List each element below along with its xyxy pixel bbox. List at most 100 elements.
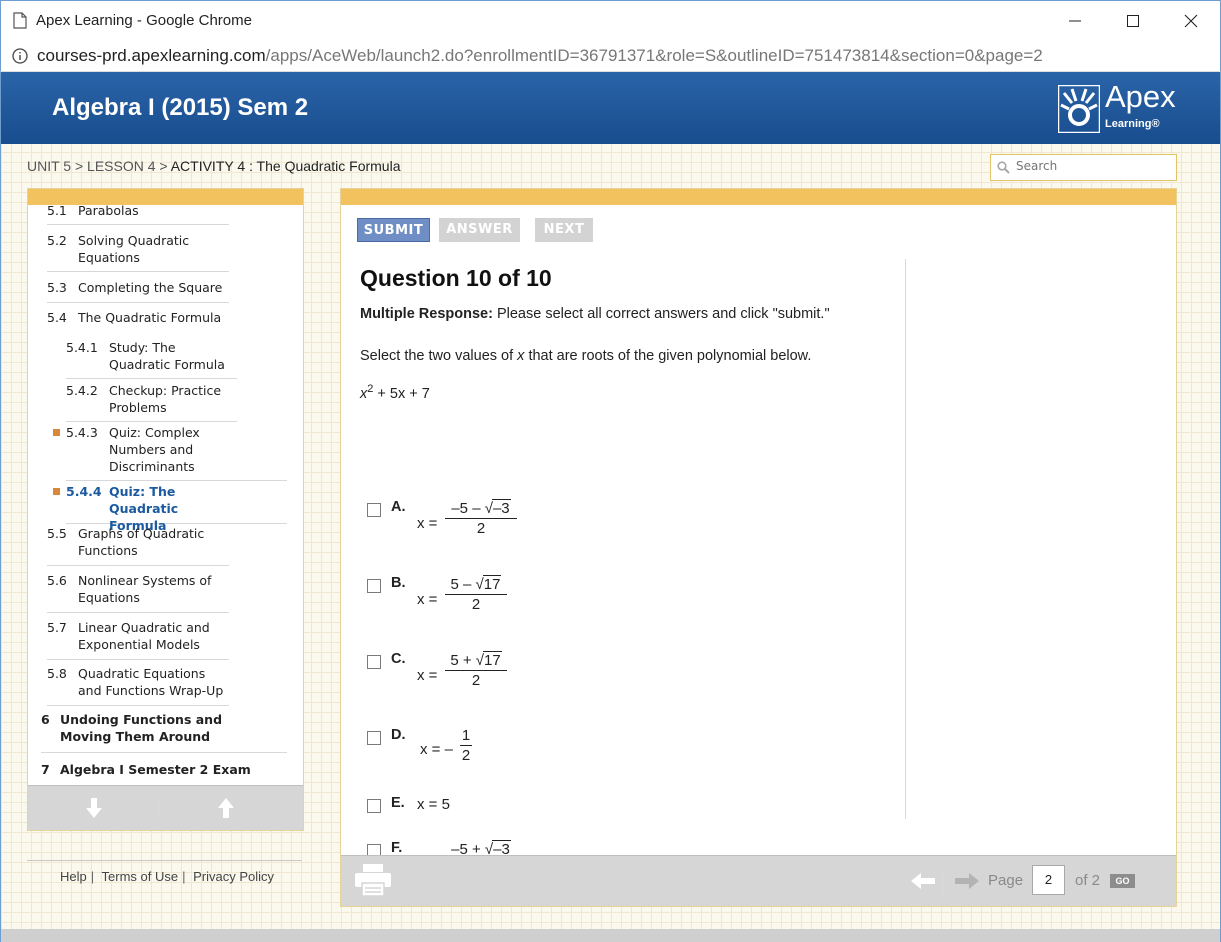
go-button[interactable]: GO: [1110, 874, 1135, 888]
answer-option-e[interactable]: E. x = 5: [367, 795, 667, 823]
option-letter: C.: [391, 651, 406, 667]
option-letter: B.: [391, 575, 406, 591]
fraction-bar: [445, 670, 507, 671]
outline-item-5-6[interactable]: 5.6 Nonlinear Systems of Equations: [47, 572, 229, 613]
search-icon: [997, 161, 1010, 174]
outline-item-number: 5.7: [47, 620, 67, 635]
answer-option-a[interactable]: A. x = –5 – √–3 2: [367, 499, 667, 553]
option-letter-d: D: [391, 727, 402, 743]
option-c-num-prefix: 5 +: [450, 652, 476, 669]
outline-item-label: Completing the Square: [78, 280, 223, 295]
footer-separator: |: [182, 869, 186, 884]
outline-item-number: 5.2: [47, 233, 67, 248]
option-d-denominator: 2: [461, 747, 471, 764]
navbar-divider: [159, 794, 160, 822]
address-bar[interactable]: courses-prd.apexlearning.com/apps/AceWeb…: [0, 40, 1221, 72]
minimize-button[interactable]: [1046, 1, 1104, 41]
outline-item-number: 5.8: [47, 666, 67, 681]
option-c-lhs: x =: [417, 667, 438, 684]
outline-item-label: Quadratic Equations and Functions Wrap-U…: [78, 666, 224, 698]
breadcrumb: UNIT 5 > LESSON 4 > ACTIVITY 4 : The Qua…: [27, 158, 401, 174]
maximize-button[interactable]: [1104, 1, 1162, 41]
window-title: Apex Learning - Google Chrome: [36, 12, 252, 29]
option-a-denominator: 2: [476, 520, 486, 537]
option-e-checkbox[interactable]: [367, 799, 381, 813]
option-letter-c: C: [391, 651, 402, 667]
option-b-denominator: 2: [471, 596, 481, 613]
outline-item-number: 6: [41, 712, 50, 727]
option-b-checkbox[interactable]: [367, 579, 381, 593]
outline-item-label: Undoing Functions and Moving Them Around: [60, 712, 223, 744]
course-title: Algebra I (2015) Sem 2: [52, 94, 309, 121]
option-a-radicand: –3: [491, 499, 511, 517]
outline-item-5-8[interactable]: 5.8 Quadratic Equations and Functions Wr…: [47, 665, 229, 706]
submit-button[interactable]: SUBMIT: [357, 218, 430, 242]
outline-item-5-5[interactable]: 5.5 Graphs of Quadratic Functions: [47, 525, 229, 566]
close-button[interactable]: [1162, 1, 1220, 41]
outline-unit-6[interactable]: 6 Undoing Functions and Moving Them Arou…: [41, 711, 287, 753]
previous-page-icon[interactable]: [911, 873, 935, 889]
answer-option-b[interactable]: B. x = 5 – √17 2: [367, 575, 667, 629]
answer-option-c[interactable]: C. x = 5 + √17 2: [367, 651, 667, 705]
close-icon: [1184, 14, 1198, 28]
outline-item-5-4[interactable]: 5.4 The Quadratic Formula: [47, 309, 229, 329]
document-icon: [13, 12, 27, 29]
poly-rest: + 5x + 7: [373, 385, 430, 402]
breadcrumb-path[interactable]: UNIT 5 > LESSON 4 >: [27, 158, 171, 174]
option-a-numerator: –5 – √–3: [451, 499, 511, 517]
prompt-text-before: Select the two values of: [360, 348, 518, 364]
option-a-lhs: x =: [417, 515, 438, 532]
search-input[interactable]: [1016, 159, 1171, 173]
privacy-link[interactable]: Privacy Policy: [193, 869, 274, 884]
option-b-radicand: 17: [482, 575, 502, 593]
outline-unit-7[interactable]: 7 Algebra I Semester 2 Exam: [41, 761, 287, 781]
fraction-bar: [445, 594, 507, 595]
option-a-checkbox[interactable]: [367, 503, 381, 517]
minimize-icon: [1069, 20, 1081, 22]
option-b-numerator: 5 – √17: [450, 575, 502, 593]
option-letter: F.: [391, 840, 403, 856]
outline-item-5-4-4-active[interactable]: 5.4.4 Quiz: The Quadratic Formula: [53, 483, 287, 533]
next-button[interactable]: NEXT: [535, 218, 593, 242]
next-page-icon[interactable]: [955, 873, 979, 889]
outline-item-5-4-2[interactable]: 5.4.2 Checkup: Practice Problems: [66, 382, 237, 422]
option-e-lhs: x = 5: [417, 796, 450, 813]
footer-links: Help | Terms of Use | Privacy Policy: [60, 869, 274, 884]
option-c-denominator: 2: [471, 672, 481, 689]
footer-separator: |: [90, 869, 95, 884]
page-number-input[interactable]: 2: [1032, 865, 1065, 895]
outline-scroll-bar: [28, 785, 303, 830]
url-text[interactable]: courses-prd.apexlearning.com/apps/AceWeb…: [37, 46, 1043, 66]
outline-item-5-2[interactable]: 5.2 Solving Quadratic Equations: [47, 232, 229, 272]
scroll-down-icon[interactable]: [86, 798, 102, 818]
incomplete-marker-icon: [53, 429, 60, 436]
outline-item-number: 7: [41, 762, 50, 777]
outline-item-5-1[interactable]: 5.1 Parabolas: [47, 205, 229, 225]
option-d-checkbox[interactable]: [367, 731, 381, 745]
outline-item-5-4-3[interactable]: 5.4.3 Quiz: Complex Numbers and Discrimi…: [53, 424, 287, 481]
terms-link[interactable]: Terms of Use: [102, 869, 179, 884]
outline-item-5-4-1[interactable]: 5.4.1 Study: The Quadratic Formula: [66, 339, 237, 379]
outline-item-label: Graphs of Quadratic Functions: [78, 526, 205, 558]
logo-word: Apex: [1105, 79, 1176, 114]
print-icon[interactable]: [355, 864, 391, 896]
outline-item-number: 5.4: [47, 310, 67, 325]
answer-button[interactable]: ANSWER: [439, 218, 520, 242]
option-c-fraction: 5 + √17 2: [445, 651, 507, 689]
option-letter: E.: [391, 795, 405, 811]
outline-item-label: The Quadratic Formula: [78, 310, 222, 325]
help-link[interactable]: Help: [60, 869, 87, 884]
content-divider: [905, 259, 906, 819]
window-bottom-strip: [1, 929, 1220, 942]
outline-item-label: Checkup: Practice Problems: [109, 383, 222, 415]
option-letter: D.: [391, 727, 406, 743]
outline-item-5-7[interactable]: 5.7 Linear Quadratic and Exponential Mod…: [47, 619, 229, 660]
option-c-checkbox[interactable]: [367, 655, 381, 669]
answer-option-d[interactable]: D. x = – 1 2: [367, 727, 667, 781]
question-title: Question 10 of 10: [360, 265, 552, 291]
scroll-up-icon[interactable]: [218, 798, 234, 818]
search-box[interactable]: [990, 154, 1177, 181]
outline-item-5-3[interactable]: 5.3 Completing the Square: [47, 279, 229, 303]
info-icon[interactable]: [12, 48, 28, 64]
fraction-bar: [460, 745, 472, 746]
